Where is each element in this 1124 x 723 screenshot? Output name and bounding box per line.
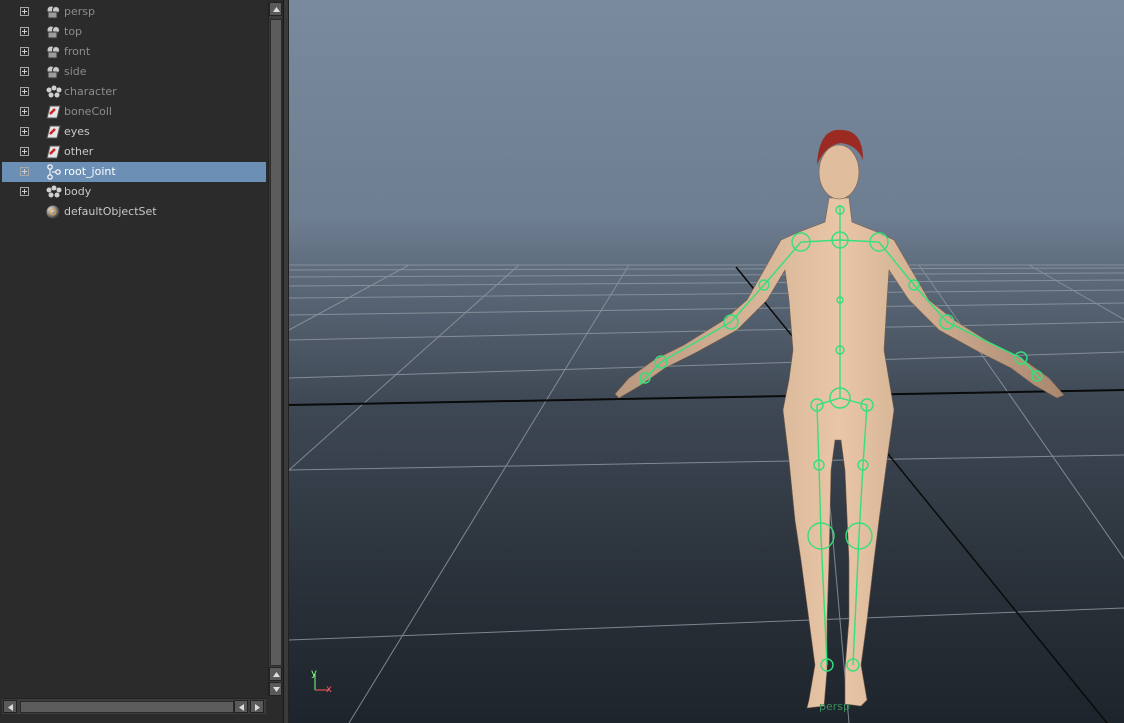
expand-icon[interactable]	[20, 187, 29, 196]
outliner-item-top[interactable]: top	[2, 22, 266, 42]
viewport-scene	[289, 129, 1124, 723]
arrow-down-icon	[273, 687, 280, 692]
outliner-item-root-joint[interactable]: root_joint	[2, 162, 266, 182]
outliner-panel: persp top front side character boneColl	[0, 0, 284, 723]
outliner-item-label: character	[64, 85, 117, 98]
outliner-item-label: top	[64, 25, 83, 38]
expand-icon[interactable]	[20, 167, 29, 176]
camera-icon	[46, 5, 60, 19]
expand-icon[interactable]	[20, 7, 29, 16]
camera-name-label: persp	[819, 700, 850, 713]
outliner-item-label: eyes	[64, 125, 90, 138]
scroll-down-upper-button[interactable]	[269, 667, 282, 681]
scroll-left-button[interactable]	[3, 700, 17, 713]
outliner-item-body[interactable]: body	[2, 182, 266, 202]
outliner-horizontal-scrollbar[interactable]	[2, 698, 266, 714]
scroll-left-alt-button[interactable]	[234, 700, 248, 713]
scroll-down-button[interactable]	[269, 682, 282, 696]
outliner-tree: persp top front side character boneColl	[2, 2, 266, 696]
outliner-item-eyes[interactable]: eyes	[2, 122, 266, 142]
vertical-scroll-thumb[interactable]	[270, 19, 282, 666]
outliner-item-label: body	[64, 185, 92, 198]
outliner-item-character[interactable]: character	[2, 82, 266, 102]
axis-x-label: x	[326, 684, 332, 695]
character-set-icon	[46, 85, 62, 98]
arrow-left-icon	[239, 704, 244, 711]
outliner-item-label: root_joint	[64, 165, 116, 178]
camera-icon	[46, 25, 60, 39]
joint-icon	[47, 164, 61, 180]
display-layer-icon	[46, 145, 61, 159]
horizontal-scroll-thumb[interactable]	[20, 701, 234, 713]
arrow-up-icon	[273, 672, 280, 677]
outliner-item-bonecoll[interactable]: boneColl	[2, 102, 266, 122]
outliner-vertical-scrollbar[interactable]	[268, 2, 282, 696]
display-layer-icon	[46, 125, 61, 139]
outliner-item-label: persp	[64, 5, 95, 18]
outliner-item-label: side	[64, 65, 87, 78]
expand-icon[interactable]	[20, 147, 29, 156]
arrow-right-icon	[255, 704, 260, 711]
outliner-item-label: other	[64, 145, 94, 158]
outliner-item-persp[interactable]: persp	[2, 2, 266, 22]
outliner-item-front[interactable]: front	[2, 42, 266, 62]
expand-icon[interactable]	[20, 87, 29, 96]
outliner-item-label: front	[64, 45, 91, 58]
outliner-item-defaultobjectset[interactable]: defaultObjectSet	[2, 202, 266, 222]
world-x-axis	[289, 389, 1124, 406]
camera-icon	[46, 65, 60, 79]
outliner-item-label: boneColl	[64, 105, 112, 118]
outliner-item-other[interactable]: other	[2, 142, 266, 162]
character-set-icon	[46, 185, 62, 198]
expand-icon[interactable]	[20, 47, 29, 56]
camera-icon	[46, 45, 60, 59]
perspective-viewport[interactable]: y x persp	[288, 0, 1124, 723]
axis-y-label: y	[311, 668, 317, 679]
display-layer-icon	[46, 105, 61, 119]
arrow-up-icon	[273, 7, 280, 12]
expand-icon[interactable]	[20, 27, 29, 36]
scroll-up-button[interactable]	[269, 2, 282, 16]
expand-icon[interactable]	[20, 67, 29, 76]
expand-icon[interactable]	[20, 107, 29, 116]
expand-icon[interactable]	[20, 127, 29, 136]
arrow-left-icon	[8, 704, 13, 711]
outliner-item-side[interactable]: side	[2, 62, 266, 82]
object-set-icon	[46, 205, 60, 219]
outliner-item-label: defaultObjectSet	[64, 205, 157, 218]
scroll-right-button[interactable]	[250, 700, 264, 713]
